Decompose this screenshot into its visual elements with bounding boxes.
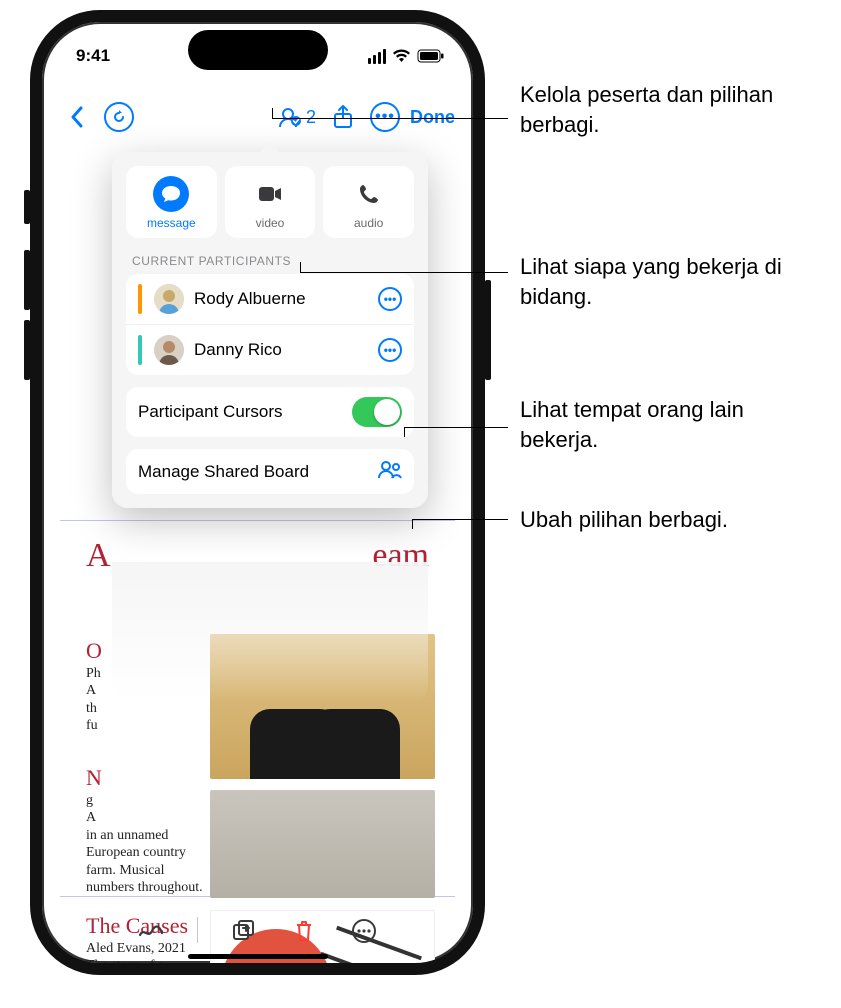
- popover-fade: [112, 562, 428, 702]
- message-icon: [153, 176, 189, 212]
- collaboration-popover: message video audio CURRENT PARTICIPANTS: [112, 152, 428, 508]
- collaboration-icon: [378, 459, 402, 484]
- popover-arrow: [260, 141, 280, 153]
- video-label: video: [256, 216, 285, 230]
- presence-indicator: [138, 284, 142, 314]
- share-button[interactable]: [326, 100, 360, 134]
- avatar: [154, 284, 184, 314]
- message-button[interactable]: message: [126, 166, 217, 238]
- separator: [197, 917, 198, 943]
- video-button[interactable]: video: [225, 166, 316, 238]
- board-rule-line: [60, 520, 455, 521]
- phone-icon: [351, 176, 387, 212]
- home-indicator: [188, 954, 328, 959]
- collaboration-button[interactable]: 2: [278, 105, 316, 129]
- manage-shared-board-button[interactable]: Manage Shared Board: [126, 449, 414, 494]
- participants-header: CURRENT PARTICIPANTS: [132, 254, 408, 268]
- board-bottom-toolbar: [42, 909, 473, 953]
- status-time: 9:41: [76, 46, 110, 66]
- participant-row[interactable]: Danny Rico •••: [126, 324, 414, 375]
- callout-leader: [412, 519, 508, 520]
- callout-leader: [300, 272, 508, 273]
- board-image: [210, 790, 435, 898]
- callout-leader: [272, 118, 508, 119]
- board-title-fragment: A: [86, 537, 112, 575]
- draw-tool-button[interactable]: [137, 917, 165, 945]
- participants-list: Rody Albuerne ••• Danny Rico •••: [126, 274, 414, 375]
- power-button: [485, 280, 491, 380]
- manage-label: Manage Shared Board: [138, 462, 368, 482]
- delete-button[interactable]: [290, 917, 318, 945]
- video-icon: [252, 176, 288, 212]
- audio-button[interactable]: audio: [323, 166, 414, 238]
- callout-leader: [404, 427, 405, 437]
- callout-leader: [272, 108, 273, 118]
- battery-icon: [417, 49, 445, 63]
- avatar: [154, 335, 184, 365]
- participant-name: Danny Rico: [194, 340, 368, 360]
- participant-cursors-row: Participant Cursors: [126, 387, 414, 437]
- participant-name: Rody Albuerne: [194, 289, 368, 309]
- callout-text: Ubah pilihan berbagi.: [520, 505, 820, 535]
- presence-indicator: [138, 335, 142, 365]
- callout-text: Lihat tempat orang lain bekerja.: [520, 395, 820, 454]
- more-tools-button[interactable]: [350, 917, 378, 945]
- insert-button[interactable]: [230, 917, 258, 945]
- iphone-frame: 9:41 2 ••• Done: [30, 10, 485, 975]
- back-button[interactable]: [60, 100, 94, 134]
- done-button[interactable]: Done: [410, 107, 455, 128]
- wifi-icon: [392, 49, 411, 63]
- callout-text: Lihat siapa yang bekerja di bidang.: [520, 252, 820, 311]
- callout-leader: [300, 262, 301, 272]
- participant-more-button[interactable]: •••: [378, 287, 402, 311]
- cellular-icon: [368, 49, 386, 64]
- participant-cursors-toggle[interactable]: [352, 397, 402, 427]
- dynamic-island: [188, 30, 328, 70]
- callout-leader: [404, 427, 508, 428]
- participant-row[interactable]: Rody Albuerne •••: [126, 274, 414, 324]
- audio-label: audio: [354, 216, 383, 230]
- callout-leader: [412, 519, 413, 529]
- participant-more-button[interactable]: •••: [378, 338, 402, 362]
- cursors-label: Participant Cursors: [138, 402, 342, 422]
- more-button[interactable]: •••: [370, 102, 400, 132]
- callout-text: Kelola peserta dan pilihan berbagi.: [520, 80, 820, 139]
- undo-button[interactable]: [104, 102, 134, 132]
- app-toolbar: 2 ••• Done: [42, 92, 473, 142]
- message-label: message: [147, 216, 196, 230]
- participant-count: 2: [306, 107, 316, 128]
